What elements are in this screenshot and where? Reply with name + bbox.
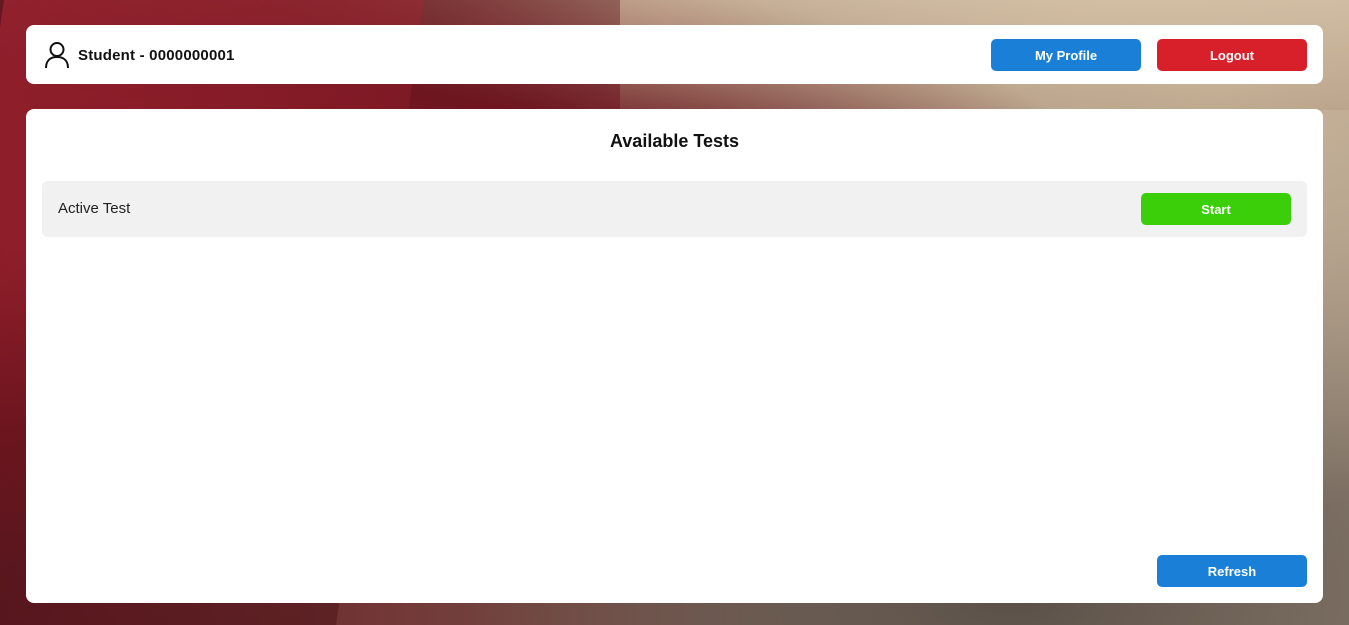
- refresh-button[interactable]: Refresh: [1157, 555, 1307, 587]
- tests-panel: Available Tests Active Test Start Refres…: [26, 109, 1323, 603]
- logout-button[interactable]: Logout: [1157, 39, 1307, 71]
- start-test-button[interactable]: Start: [1141, 193, 1291, 225]
- test-row: Active Test Start: [42, 181, 1307, 237]
- page-title: Available Tests: [609, 131, 740, 151]
- test-name: Active Test: [58, 200, 131, 217]
- top-header: Student - 0000000001 My Profile Logout: [26, 25, 1323, 84]
- user-icon: [44, 41, 70, 69]
- user-name-label: Student - 0000000001: [78, 46, 235, 64]
- user-info: Student - 0000000001: [44, 41, 235, 69]
- my-profile-button[interactable]: My Profile: [991, 39, 1141, 71]
